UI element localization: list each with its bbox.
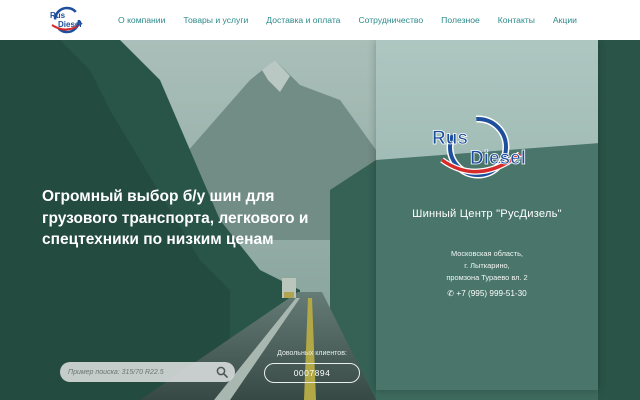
nav-item-products[interactable]: Товары и услуги [183,15,248,25]
center-name: Шинный Центр "РусДизель" [412,208,562,220]
nav-item-useful[interactable]: Полезное [441,15,480,25]
address-line: промзона Тураево вл. 2 [446,273,528,282]
address-line: г. Лыткарино, [464,261,510,270]
nav-item-contacts[interactable]: Контакты [498,15,535,25]
site-header: Rus Diesel О компании Товары и услуги До… [0,0,640,40]
nav-item-cooperation[interactable]: Сотрудничество [358,15,423,25]
rusdiesel-logo[interactable]: Rus Diesel [44,5,90,35]
clients-counter-value: 0007894 [264,363,360,383]
svg-text:Diesel: Diesel [58,20,82,29]
hero-headline: Огромный выбор б/у шин для грузового тра… [42,186,332,251]
hero-section: Огромный выбор б/у шин для грузового тра… [0,40,640,400]
address-line: Московская область, [451,249,523,258]
search-bar [60,362,235,382]
rusdiesel-logo-large: Rus Diesel [432,115,526,179]
nav-item-about[interactable]: О компании [118,15,165,25]
svg-text:Rus: Rus [432,128,468,149]
hero-headline-line: Огромный выбор б/у шин для [42,188,275,205]
nav-item-promotions[interactable]: Акции [553,15,577,25]
svg-text:Diesel: Diesel [470,148,526,169]
main-nav: О компании Товары и услуги Доставка и оп… [118,0,577,40]
hero-headline-line: спецтехники по низким ценам [42,231,274,248]
nav-item-delivery[interactable]: Доставка и оплата [266,15,340,25]
hero-headline-line: грузового транспорта, легкового и [42,209,309,227]
phone-number[interactable]: +7 (995) 999-51-30 [456,289,526,298]
svg-text:Rus: Rus [50,11,66,20]
phone-line[interactable]: ✆ +7 (995) 999-51-30 [376,288,598,298]
contact-card: Rus Diesel Шинный Центр "РусДизель" Моск… [376,40,598,390]
phone-icon: ✆ [447,289,455,298]
clients-counter-label: Довольных клиентов: [277,350,347,357]
search-input[interactable] [68,362,213,382]
search-icon[interactable] [216,366,228,378]
